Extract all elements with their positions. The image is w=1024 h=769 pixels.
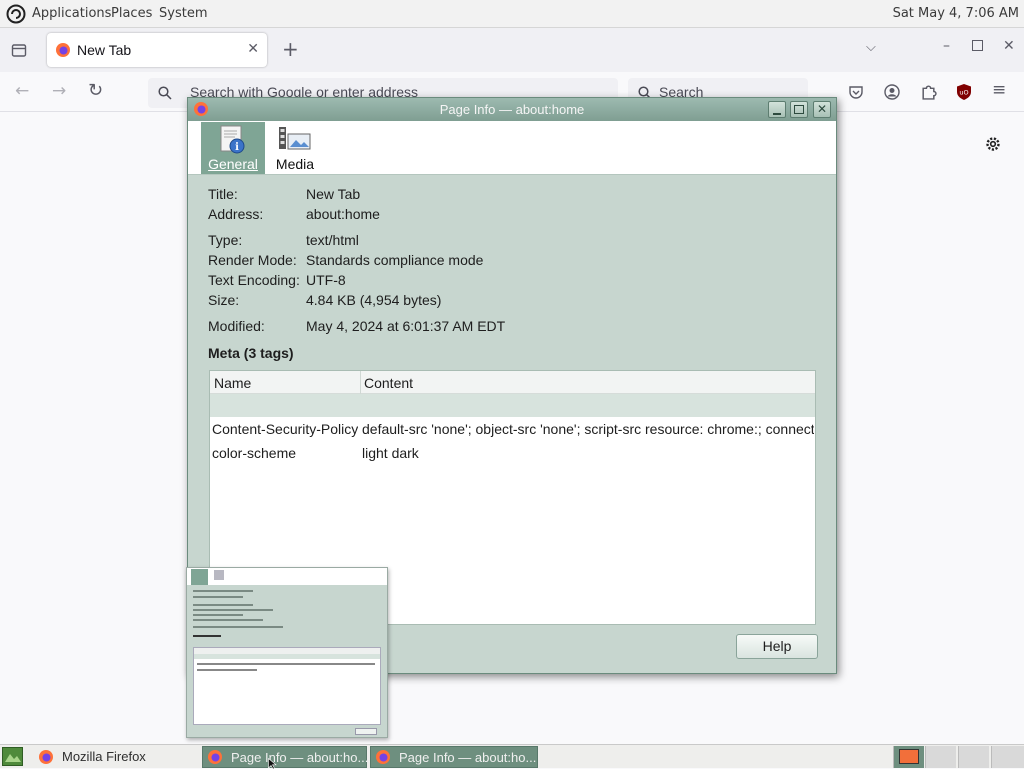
firefox-icon bbox=[39, 750, 53, 764]
tab-new-tab[interactable]: New Tab ✕ bbox=[47, 33, 267, 67]
render-mode-label: Render Mode: bbox=[208, 252, 297, 268]
top-panel: Applications Places System Sat May 4, 7:… bbox=[0, 0, 1024, 28]
meta-table-header: Name Content bbox=[210, 371, 815, 394]
task-label: Page Info — about:ho... bbox=[399, 750, 537, 765]
mouse-cursor-icon bbox=[268, 758, 277, 769]
workspace-1[interactable] bbox=[893, 746, 924, 768]
size-value: 4.84 KB (4,954 bytes) bbox=[306, 292, 442, 308]
tab-media[interactable]: Media bbox=[270, 122, 320, 174]
gear-icon[interactable] bbox=[984, 135, 1002, 153]
list-all-tabs-chevron-icon[interactable]: ⌵ bbox=[866, 40, 876, 55]
title-value: New Tab bbox=[306, 186, 361, 202]
firefox-icon bbox=[376, 750, 390, 764]
type-value: text/html bbox=[306, 232, 359, 248]
meta-name-cell: Content-Security-Policy bbox=[212, 421, 358, 437]
taskbar: Mozilla Firefox Page Info — about:ho... … bbox=[0, 744, 1024, 769]
applications-menu[interactable]: Applications bbox=[32, 6, 111, 21]
dialog-titlebar[interactable]: Page Info — about:home ✕ bbox=[188, 98, 836, 121]
address-value: about:home bbox=[306, 206, 380, 222]
task-label: Mozilla Firefox bbox=[62, 749, 146, 764]
size-label: Size: bbox=[208, 292, 240, 308]
dialog-minimize-icon[interactable] bbox=[768, 101, 786, 118]
thumbnail-toolbar bbox=[187, 568, 387, 585]
search-icon bbox=[158, 86, 172, 100]
address-label: Address: bbox=[208, 206, 264, 222]
extensions-puzzle-icon[interactable] bbox=[920, 83, 937, 100]
dialog-maximize-icon[interactable] bbox=[790, 101, 808, 118]
pane-toolbar: i General Media bbox=[188, 121, 836, 175]
dialog-close-icon[interactable]: ✕ bbox=[813, 101, 831, 118]
type-label: Type: bbox=[208, 232, 243, 248]
tab-general-label: General bbox=[208, 156, 258, 172]
account-icon[interactable] bbox=[884, 84, 900, 100]
show-desktop-icon[interactable] bbox=[2, 747, 23, 766]
firefox-favicon-icon bbox=[56, 43, 70, 57]
svg-text:uO: uO bbox=[959, 89, 968, 97]
system-menu[interactable]: System bbox=[159, 6, 207, 21]
task-page-info-2[interactable]: Page Info — about:ho... bbox=[370, 746, 538, 768]
meta-name-cell: color-scheme bbox=[212, 445, 297, 461]
restore-window-icon[interactable] bbox=[972, 40, 983, 51]
distro-logo-icon[interactable] bbox=[6, 4, 26, 24]
hamburger-menu-icon[interactable]: ≡ bbox=[992, 80, 1006, 100]
tab-general[interactable]: i General bbox=[201, 122, 265, 174]
render-mode-value: Standards compliance mode bbox=[306, 252, 484, 268]
meta-heading: Meta (3 tags) bbox=[208, 345, 294, 361]
modified-value: May 4, 2024 at 6:01:37 AM EDT bbox=[306, 318, 506, 334]
close-window-icon[interactable]: ✕ bbox=[1003, 38, 1015, 54]
minimize-window-icon[interactable]: – bbox=[943, 38, 950, 54]
text-encoding-value: UTF-8 bbox=[306, 272, 346, 288]
pocket-icon[interactable] bbox=[848, 84, 864, 100]
new-tab-plus-icon[interactable]: + bbox=[282, 37, 299, 61]
tab-title: New Tab bbox=[77, 42, 132, 58]
media-icon bbox=[279, 127, 311, 150]
tab-bar: New Tab ✕ + ⌵ – ✕ bbox=[0, 28, 1024, 72]
thumbnail-table bbox=[193, 647, 381, 725]
back-arrow-icon[interactable]: ← bbox=[15, 81, 29, 101]
window-preview-thumbnail[interactable] bbox=[186, 567, 388, 738]
firefox-icon bbox=[208, 750, 222, 764]
modified-label: Modified: bbox=[208, 318, 265, 334]
task-page-info-1[interactable]: Page Info — about:ho... bbox=[202, 746, 369, 768]
tab-media-label: Media bbox=[275, 156, 315, 172]
workspace-2[interactable] bbox=[925, 746, 956, 768]
ublock-origin-icon[interactable]: uO bbox=[956, 83, 972, 101]
workspace-4[interactable] bbox=[991, 746, 1024, 768]
meta-content-cell: default-src 'none'; object-src 'none'; s… bbox=[362, 421, 814, 437]
dialog-title: Page Info — about:home bbox=[439, 102, 585, 117]
close-tab-icon[interactable]: ✕ bbox=[247, 41, 259, 57]
task-label: Page Info — about:ho... bbox=[231, 750, 369, 765]
workspace-3[interactable] bbox=[958, 746, 989, 768]
info-document-icon: i bbox=[220, 125, 245, 154]
title-label: Title: bbox=[208, 186, 238, 202]
tab-overview-icon[interactable] bbox=[11, 42, 27, 58]
task-mozilla-firefox[interactable]: Mozilla Firefox bbox=[34, 746, 199, 768]
column-header-name[interactable]: Name bbox=[214, 375, 251, 391]
meta-content-cell: light dark bbox=[362, 445, 419, 461]
reload-icon[interactable]: ↻ bbox=[88, 80, 103, 101]
table-row[interactable] bbox=[210, 394, 815, 417]
places-menu[interactable]: Places bbox=[111, 6, 152, 21]
forward-arrow-icon[interactable]: → bbox=[52, 81, 66, 101]
help-button[interactable]: Help bbox=[736, 634, 818, 659]
clock[interactable]: Sat May 4, 7:06 AM bbox=[893, 6, 1019, 21]
column-header-content[interactable]: Content bbox=[364, 375, 413, 391]
text-encoding-label: Text Encoding: bbox=[208, 272, 300, 288]
svg-text:i: i bbox=[235, 142, 239, 153]
